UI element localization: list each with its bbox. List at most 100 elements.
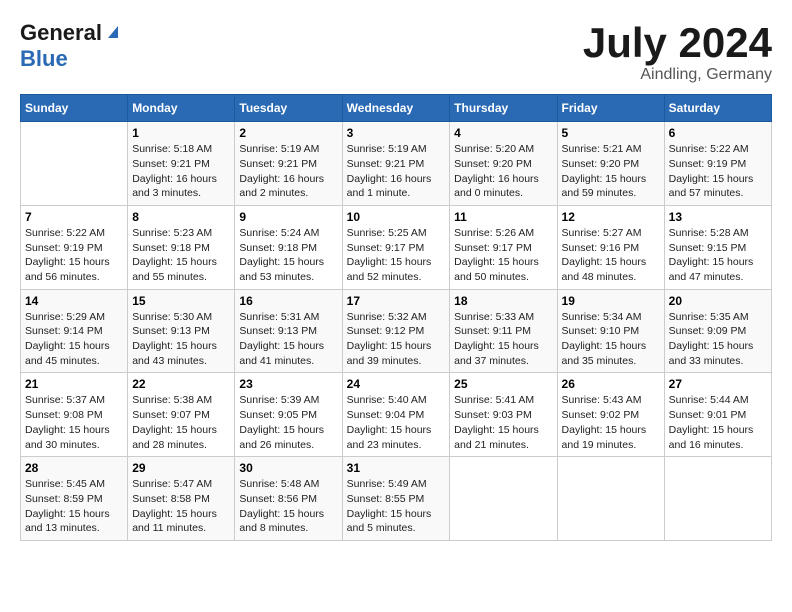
day-number: 10 xyxy=(347,210,446,224)
calendar-cell xyxy=(557,457,664,541)
weekday-header-sunday: Sunday xyxy=(21,95,128,122)
calendar-cell: 23 Sunrise: 5:39 AM Sunset: 9:05 PM Dayli… xyxy=(235,373,342,457)
day-info: Sunrise: 5:44 AM Sunset: 9:01 PM Dayligh… xyxy=(669,393,767,452)
calendar-week-0: 1 Sunrise: 5:18 AM Sunset: 9:21 PM Daylig… xyxy=(21,122,772,206)
day-info: Sunrise: 5:39 AM Sunset: 9:05 PM Dayligh… xyxy=(239,393,337,452)
day-number: 22 xyxy=(132,377,230,391)
day-number: 24 xyxy=(347,377,446,391)
day-info: Sunrise: 5:19 AM Sunset: 9:21 PM Dayligh… xyxy=(239,142,337,201)
day-number: 2 xyxy=(239,126,337,140)
day-info: Sunrise: 5:49 AM Sunset: 8:55 PM Dayligh… xyxy=(347,477,446,536)
day-info: Sunrise: 5:32 AM Sunset: 9:12 PM Dayligh… xyxy=(347,310,446,369)
day-number: 29 xyxy=(132,461,230,475)
calendar-cell xyxy=(664,457,771,541)
day-info: Sunrise: 5:40 AM Sunset: 9:04 PM Dayligh… xyxy=(347,393,446,452)
calendar-cell: 20 Sunrise: 5:35 AM Sunset: 9:09 PM Dayli… xyxy=(664,289,771,373)
calendar-cell xyxy=(450,457,557,541)
day-number: 21 xyxy=(25,377,123,391)
day-number: 20 xyxy=(669,294,767,308)
month-title: July 2024 xyxy=(583,20,772,66)
calendar-cell: 2 Sunrise: 5:19 AM Sunset: 9:21 PM Daylig… xyxy=(235,122,342,206)
day-info: Sunrise: 5:47 AM Sunset: 8:58 PM Dayligh… xyxy=(132,477,230,536)
calendar-cell: 30 Sunrise: 5:48 AM Sunset: 8:56 PM Dayli… xyxy=(235,457,342,541)
day-info: Sunrise: 5:35 AM Sunset: 9:09 PM Dayligh… xyxy=(669,310,767,369)
day-info: Sunrise: 5:41 AM Sunset: 9:03 PM Dayligh… xyxy=(454,393,552,452)
day-number: 13 xyxy=(669,210,767,224)
day-info: Sunrise: 5:28 AM Sunset: 9:15 PM Dayligh… xyxy=(669,226,767,285)
location-title: Aindling, Germany xyxy=(583,66,772,84)
day-number: 18 xyxy=(454,294,552,308)
day-info: Sunrise: 5:20 AM Sunset: 9:20 PM Dayligh… xyxy=(454,142,552,201)
weekday-header-monday: Monday xyxy=(128,95,235,122)
day-number: 19 xyxy=(562,294,660,308)
day-info: Sunrise: 5:22 AM Sunset: 9:19 PM Dayligh… xyxy=(669,142,767,201)
calendar-cell: 31 Sunrise: 5:49 AM Sunset: 8:55 PM Dayli… xyxy=(342,457,450,541)
calendar-cell: 14Sunrise: 5:29 AM Sunset: 9:14 PM Dayli… xyxy=(21,289,128,373)
day-info: Sunrise: 5:21 AM Sunset: 9:20 PM Dayligh… xyxy=(562,142,660,201)
calendar-cell: 29 Sunrise: 5:47 AM Sunset: 8:58 PM Dayli… xyxy=(128,457,235,541)
logo-blue: Blue xyxy=(20,46,68,71)
calendar-cell: 5 Sunrise: 5:21 AM Sunset: 9:20 PM Daylig… xyxy=(557,122,664,206)
day-number: 23 xyxy=(239,377,337,391)
day-number: 31 xyxy=(347,461,446,475)
weekday-header-saturday: Saturday xyxy=(664,95,771,122)
calendar-cell: 16 Sunrise: 5:31 AM Sunset: 9:13 PM Dayli… xyxy=(235,289,342,373)
day-number: 15 xyxy=(132,294,230,308)
logo: General Blue xyxy=(20,20,122,72)
weekday-header-thursday: Thursday xyxy=(450,95,557,122)
day-number: 1 xyxy=(132,126,230,140)
day-info: Sunrise: 5:33 AM Sunset: 9:11 PM Dayligh… xyxy=(454,310,552,369)
day-info: Sunrise: 5:22 AM Sunset: 9:19 PM Dayligh… xyxy=(25,226,123,285)
day-number: 11 xyxy=(454,210,552,224)
title-section: July 2024 Aindling, Germany xyxy=(583,20,772,84)
day-info: Sunrise: 5:34 AM Sunset: 9:10 PM Dayligh… xyxy=(562,310,660,369)
day-number: 4 xyxy=(454,126,552,140)
day-info: Sunrise: 5:31 AM Sunset: 9:13 PM Dayligh… xyxy=(239,310,337,369)
calendar-cell: 25 Sunrise: 5:41 AM Sunset: 9:03 PM Dayli… xyxy=(450,373,557,457)
day-info: Sunrise: 5:25 AM Sunset: 9:17 PM Dayligh… xyxy=(347,226,446,285)
calendar-cell: 9 Sunrise: 5:24 AM Sunset: 9:18 PM Daylig… xyxy=(235,205,342,289)
day-number: 17 xyxy=(347,294,446,308)
calendar-cell: 8Sunrise: 5:23 AM Sunset: 9:18 PM Daylig… xyxy=(128,205,235,289)
calendar-cell: 1 Sunrise: 5:18 AM Sunset: 9:21 PM Daylig… xyxy=(128,122,235,206)
day-number: 26 xyxy=(562,377,660,391)
calendar-week-4: 28Sunrise: 5:45 AM Sunset: 8:59 PM Dayli… xyxy=(21,457,772,541)
day-number: 7 xyxy=(25,210,123,224)
weekday-header-tuesday: Tuesday xyxy=(235,95,342,122)
day-number: 25 xyxy=(454,377,552,391)
day-info: Sunrise: 5:24 AM Sunset: 9:18 PM Dayligh… xyxy=(239,226,337,285)
weekday-header-wednesday: Wednesday xyxy=(342,95,450,122)
day-number: 12 xyxy=(562,210,660,224)
day-number: 28 xyxy=(25,461,123,475)
day-number: 9 xyxy=(239,210,337,224)
day-info: Sunrise: 5:30 AM Sunset: 9:13 PM Dayligh… xyxy=(132,310,230,369)
calendar-cell: 4 Sunrise: 5:20 AM Sunset: 9:20 PM Daylig… xyxy=(450,122,557,206)
day-info: Sunrise: 5:18 AM Sunset: 9:21 PM Dayligh… xyxy=(132,142,230,201)
calendar-cell: 19 Sunrise: 5:34 AM Sunset: 9:10 PM Dayli… xyxy=(557,289,664,373)
day-info: Sunrise: 5:19 AM Sunset: 9:21 PM Dayligh… xyxy=(347,142,446,201)
day-number: 27 xyxy=(669,377,767,391)
calendar-cell: 11Sunrise: 5:26 AM Sunset: 9:17 PM Dayli… xyxy=(450,205,557,289)
calendar-cell: 13 Sunrise: 5:28 AM Sunset: 9:15 PM Dayli… xyxy=(664,205,771,289)
day-number: 16 xyxy=(239,294,337,308)
calendar-cell xyxy=(21,122,128,206)
calendar-cell: 21 Sunrise: 5:37 AM Sunset: 9:08 PM Dayli… xyxy=(21,373,128,457)
day-info: Sunrise: 5:38 AM Sunset: 9:07 PM Dayligh… xyxy=(132,393,230,452)
day-number: 30 xyxy=(239,461,337,475)
day-number: 3 xyxy=(347,126,446,140)
weekday-header-friday: Friday xyxy=(557,95,664,122)
logo-general: General xyxy=(20,20,102,46)
calendar-cell: 26Sunrise: 5:43 AM Sunset: 9:02 PM Dayli… xyxy=(557,373,664,457)
day-info: Sunrise: 5:37 AM Sunset: 9:08 PM Dayligh… xyxy=(25,393,123,452)
day-info: Sunrise: 5:48 AM Sunset: 8:56 PM Dayligh… xyxy=(239,477,337,536)
logo-icon xyxy=(104,22,122,40)
calendar-cell: 7 Sunrise: 5:22 AM Sunset: 9:19 PM Daylig… xyxy=(21,205,128,289)
calendar-cell: 6Sunrise: 5:22 AM Sunset: 9:19 PM Daylig… xyxy=(664,122,771,206)
calendar-cell: 17 Sunrise: 5:32 AM Sunset: 9:12 PM Dayli… xyxy=(342,289,450,373)
day-number: 14 xyxy=(25,294,123,308)
calendar-cell: 10 Sunrise: 5:25 AM Sunset: 9:17 PM Dayli… xyxy=(342,205,450,289)
day-number: 5 xyxy=(562,126,660,140)
calendar-cell: 22 Sunrise: 5:38 AM Sunset: 9:07 PM Dayli… xyxy=(128,373,235,457)
calendar-cell: 18 Sunrise: 5:33 AM Sunset: 9:11 PM Dayli… xyxy=(450,289,557,373)
calendar-cell: 24 Sunrise: 5:40 AM Sunset: 9:04 PM Dayli… xyxy=(342,373,450,457)
